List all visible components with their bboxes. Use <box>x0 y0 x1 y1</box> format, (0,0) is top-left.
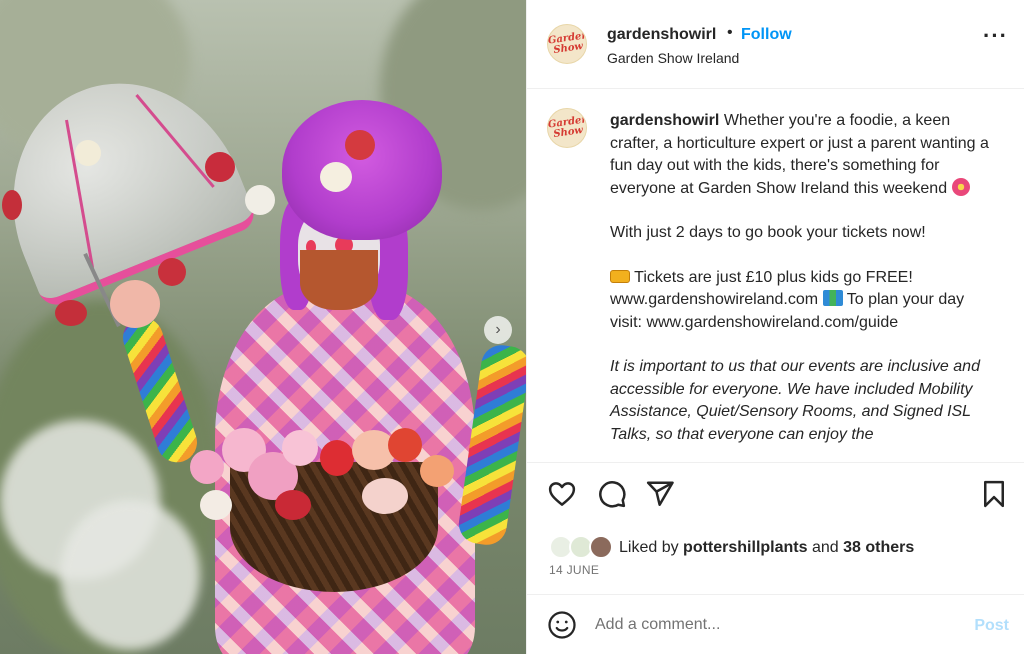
heart-icon <box>548 482 576 506</box>
flower <box>388 428 422 462</box>
flower <box>75 140 101 166</box>
post-comment-button[interactable]: Post <box>974 617 1009 635</box>
separator-dot: • <box>727 24 733 41</box>
flower <box>158 258 186 286</box>
post-date[interactable]: 14 JUNE <box>549 563 599 577</box>
likes-prefix: Liked by <box>619 539 679 556</box>
caption-username[interactable]: gardenshowirl <box>610 112 719 129</box>
flower <box>320 440 354 476</box>
flower <box>200 490 232 520</box>
post-panel: Garden Show gardenshowirl • Follow Garde… <box>526 0 1024 654</box>
beard <box>300 250 378 310</box>
caption-paragraph: It is important to us that our events ar… <box>610 358 980 443</box>
caption-text: gardenshowirl Whether you're a foodie, a… <box>610 110 995 462</box>
flower <box>205 152 235 182</box>
more-horizontal-icon: ··· <box>983 23 1008 48</box>
action-bar: Liked by pottershillplants and 38 others… <box>527 462 1024 592</box>
flower <box>420 455 454 487</box>
account-subtitle[interactable]: Garden Show Ireland <box>607 50 739 66</box>
share-icon <box>646 481 674 506</box>
hand <box>110 280 160 328</box>
next-image-button[interactable]: › <box>484 316 512 344</box>
flower <box>282 430 318 466</box>
caption-area: Garden Show gardenshowirl Whether you're… <box>527 90 1024 462</box>
emoji-picker-button[interactable] <box>547 610 579 642</box>
more-options-button[interactable]: ··· <box>983 25 1007 54</box>
flower <box>245 185 275 215</box>
background-blossom <box>60 500 200 650</box>
likes-others[interactable]: 38 others <box>843 539 914 556</box>
flower <box>190 450 224 484</box>
comment-button[interactable] <box>597 479 629 511</box>
flower <box>320 162 352 192</box>
follow-button[interactable]: Follow <box>741 26 792 44</box>
share-button[interactable] <box>645 479 677 511</box>
save-button[interactable] <box>979 479 1011 511</box>
flower <box>55 300 87 326</box>
flower <box>275 490 311 520</box>
flower <box>2 190 22 220</box>
logo-text: Garden Show <box>547 114 587 140</box>
bookmark-icon <box>984 480 1004 508</box>
emoji-smile-icon <box>548 611 576 639</box>
account-username[interactable]: gardenshowirl <box>607 26 716 44</box>
likes-and: and <box>811 539 839 556</box>
comment-bar: Post <box>527 594 1024 654</box>
likes-text: Liked by pottershillplants and 38 others <box>619 539 914 557</box>
post-image[interactable]: › <box>0 0 526 654</box>
logo-text: Garden Show <box>547 30 587 56</box>
ticket-emoji <box>610 269 630 283</box>
comment-icon <box>599 481 626 508</box>
like-button[interactable] <box>547 479 579 511</box>
purple-wig <box>282 100 442 240</box>
post-header: Garden Show gardenshowirl • Follow Garde… <box>527 0 1024 89</box>
chevron-right-icon: › <box>495 321 501 338</box>
flower <box>345 130 375 160</box>
caption-avatar[interactable]: Garden Show <box>547 108 587 148</box>
liker-avatar[interactable] <box>589 535 613 559</box>
comment-input[interactable] <box>595 614 955 636</box>
liker-username[interactable]: pottershillplants <box>683 539 807 556</box>
caption-paragraph: With just 2 days to go book your tickets… <box>610 224 926 241</box>
map-emoji <box>822 290 843 306</box>
hibiscus-emoji <box>951 177 970 196</box>
account-avatar[interactable]: Garden Show <box>547 24 587 64</box>
flower <box>362 478 408 514</box>
